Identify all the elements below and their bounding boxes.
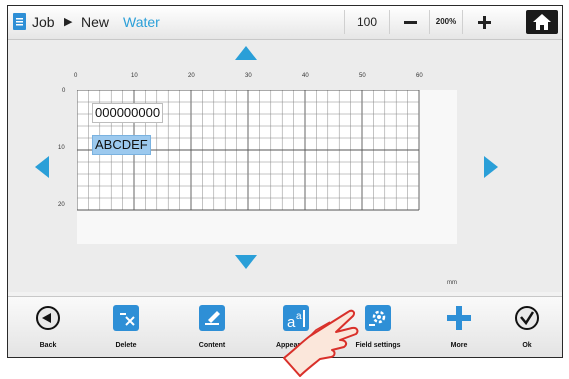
back-button[interactable]: Back xyxy=(19,301,77,355)
breadcrumb-separator-icon: ▶ xyxy=(64,16,73,28)
ok-button[interactable]: Ok xyxy=(498,301,556,355)
job-file-icon xyxy=(13,13,26,30)
home-button[interactable] xyxy=(526,10,558,34)
canvas-area[interactable]: 0 10 20 30 40 50 60 0 10 20 mm xyxy=(8,40,562,326)
checkmark-icon xyxy=(515,306,539,330)
top-bar: Job ▶ New Water 100 200% xyxy=(8,6,562,40)
ruler-y-label: 0 xyxy=(62,88,66,94)
home-icon xyxy=(533,14,551,30)
more-label: More xyxy=(450,342,468,349)
ruler-y-label: 10 xyxy=(58,145,65,151)
delete-button[interactable]: Delete xyxy=(97,301,155,355)
unit-label: mm xyxy=(447,280,457,286)
ruler-x-label: 10 xyxy=(131,73,138,79)
zoom-in-button[interactable] xyxy=(466,10,502,34)
minus-icon xyxy=(404,21,417,24)
content-button[interactable]: Content xyxy=(183,301,241,355)
back-label: Back xyxy=(39,342,57,349)
ruler-x-label: 40 xyxy=(302,73,309,79)
tapping-hand-icon xyxy=(283,309,359,377)
breadcrumb-job-name: Water xyxy=(123,14,160,30)
scroll-right-arrow-icon[interactable] xyxy=(483,155,499,179)
breadcrumb-job[interactable]: Job xyxy=(32,14,55,30)
breadcrumb-new[interactable]: New xyxy=(81,14,109,30)
back-icon xyxy=(36,306,60,330)
delete-label: Delete xyxy=(115,342,137,349)
zoom-value: 100 xyxy=(344,10,390,34)
content-edit-icon xyxy=(199,305,225,331)
scroll-left-arrow-icon[interactable] xyxy=(34,155,50,179)
ruler-x-label: 60 xyxy=(416,73,423,79)
ruler-x-label: 50 xyxy=(359,73,366,79)
ok-label: Ok xyxy=(522,342,532,349)
content-label: Content xyxy=(198,342,226,349)
text-field-2-selected[interactable]: ABCDEF xyxy=(92,135,151,155)
field-settings-gear-icon xyxy=(365,305,391,331)
scroll-down-arrow-icon[interactable] xyxy=(234,254,258,270)
ruler-y-label: 20 xyxy=(58,202,65,208)
ruler-x-label: 20 xyxy=(188,73,195,79)
ruler-x-label: 0 xyxy=(74,73,78,79)
delete-icon xyxy=(113,305,139,331)
ruler-x-label: 30 xyxy=(245,73,252,79)
scroll-up-arrow-icon[interactable] xyxy=(234,45,258,61)
zoom-percent[interactable]: 200% xyxy=(429,10,463,34)
more-button[interactable]: More xyxy=(430,301,488,355)
text-field-1[interactable]: 000000000 xyxy=(92,103,164,123)
zoom-out-button[interactable] xyxy=(392,10,428,34)
plus-icon xyxy=(447,306,471,330)
